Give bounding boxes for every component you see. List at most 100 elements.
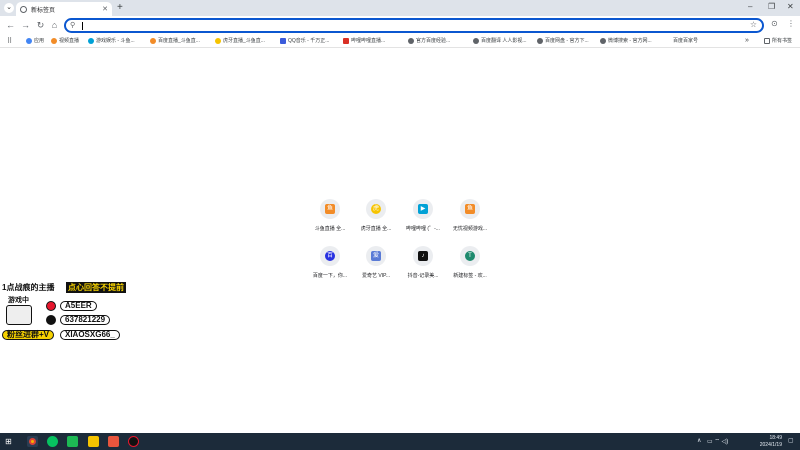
overlay-title: 1点战痕的主播 (2, 283, 55, 292)
bookmark-favicon-icon (343, 37, 349, 44)
forward-button[interactable]: → (20, 20, 31, 31)
folder-icon (764, 37, 770, 44)
weibo-handle: A5EER (60, 301, 97, 311)
shortcut-tile[interactable]: ♪ 抖音-记录美... (403, 246, 443, 279)
new-tab-button[interactable]: + (117, 2, 123, 14)
address-bar[interactable]: ⚲ ☆ (64, 18, 764, 33)
shortcut-tile[interactable]: 鱼 斗鱼直播 全... (310, 199, 350, 232)
weibo-icon (46, 301, 56, 311)
shortcut-label: 无忧视频游戏... (452, 226, 488, 232)
tab-close-icon[interactable]: ✕ (102, 5, 108, 13)
shortcut-tile[interactable]: 百 百度一下，你... (310, 246, 350, 279)
menu-kebab-icon[interactable]: ⋮ (787, 19, 795, 28)
wechat-id: XIAOSXG66_ (60, 330, 120, 340)
bookmark-favicon-icon (473, 37, 479, 44)
bookmark-item[interactable]: 百度直播_斗鱼直... (150, 37, 200, 44)
bookmark-item[interactable]: 官方百度经验... (408, 37, 450, 44)
bookmark-item[interactable]: 微博搜索 - 官方网... (600, 37, 652, 44)
qq-number: 637821229 (60, 315, 111, 325)
minimize-button[interactable]: – (748, 1, 752, 13)
shortcut-label: 爱奇艺 VIP... (362, 273, 390, 279)
teal-t-icon: T (465, 251, 475, 261)
bookmark-favicon-icon (26, 37, 32, 44)
reload-button[interactable]: ↻ (35, 20, 46, 31)
bookmark-favicon-icon (51, 37, 57, 44)
shortcut-icon-circle: ▶ (413, 199, 433, 219)
shortcut-tile[interactable]: 爱 爱奇艺 VIP... (356, 246, 396, 279)
shortcut-tile[interactable]: 鱼 无忧视频游戏... (450, 199, 490, 232)
all-bookmarks-folder[interactable]: 所有书签 (764, 37, 792, 44)
shortcut-label: 新建标签 - 欢... (453, 273, 487, 279)
douyu-icon: 鱼 (325, 204, 335, 214)
shortcut-label: 抖音-记录美... (407, 273, 439, 279)
shortcut-tile[interactable]: 虎 虎牙直播 全... (356, 199, 396, 232)
bookmark-item[interactable]: 虎牙直播_斗鱼直... (215, 37, 265, 44)
shortcut-icon-circle: 虎 (366, 199, 386, 219)
shortcut-icon-circle: 爱 (366, 246, 386, 266)
shortcut-icon-circle: 百 (320, 246, 340, 266)
bookmark-item[interactable]: 视频直播 (51, 37, 79, 44)
overlay-status: 游戏中 (8, 297, 29, 304)
windows-start-icon[interactable]: ⊞ (5, 436, 16, 447)
bookmark-favicon-icon (88, 37, 94, 44)
bookmark-item[interactable]: 应用 (26, 37, 44, 44)
bookmark-item[interactable]: 百度百家号 (673, 37, 698, 44)
search-icon: ⚲ (70, 22, 76, 29)
bookmarks-bar: ⠿ 应用 视频直播 游戏娱乐 - 斗鱼... 百度直播_斗鱼直... 虎牙直播_… (0, 35, 800, 48)
bookmark-item[interactable]: 哔哩哔哩直播... (343, 37, 385, 44)
bookmarks-overflow-button[interactable]: » (745, 37, 749, 44)
bookmark-favicon-icon (408, 37, 414, 44)
bookmark-item[interactable]: 百度翻译 人人影视... (473, 37, 527, 44)
bookmark-favicon-icon (150, 37, 156, 44)
bookmark-item[interactable]: 游戏娱乐 - 斗鱼... (88, 37, 135, 44)
restore-button[interactable]: ❐ (768, 1, 775, 13)
baidu-icon: 百 (325, 251, 335, 261)
shortcut-tile[interactable]: T 新建标签 - 欢... (450, 246, 490, 279)
tray-time[interactable]: 18:49 (752, 435, 782, 441)
shortcut-icon-circle: 鱼 (460, 199, 480, 219)
bilibili-icon: ▶ (418, 204, 428, 214)
bookmark-star-icon[interactable]: ☆ (750, 20, 757, 29)
close-window-button[interactable]: ✕ (787, 1, 794, 13)
tab-new-tab[interactable]: 新标签页 ✕ (16, 2, 112, 16)
tab-strip: ⌄ 新标签页 ✕ + – ❐ ✕ (0, 0, 800, 16)
bookmark-item[interactable]: 百度网盘 - 官方下... (537, 37, 589, 44)
home-button[interactable]: ⌂ (49, 20, 60, 31)
shortcut-icon-circle: ♪ (413, 246, 433, 266)
bookmark-favicon-icon (537, 37, 543, 44)
wechat-taskbar-icon[interactable] (47, 436, 58, 447)
streamer-avatar (6, 305, 32, 325)
chrome-taskbar-icon[interactable] (27, 436, 38, 447)
app-taskbar-icon[interactable] (128, 436, 139, 447)
tiktok-icon: ♪ (418, 251, 428, 261)
account-icon[interactable]: ⊙ (771, 19, 778, 28)
shortcut-icon-circle: 鱼 (320, 199, 340, 219)
windows-taskbar: ⊞ ∧ ▭ ⌔ ◁) 18:49 2024/1/19 ▢ (0, 433, 800, 450)
back-button[interactable]: ← (5, 20, 16, 31)
app-taskbar-icon[interactable] (88, 436, 99, 447)
browser-toolbar: ← → ↻ ⌂ ⚲ ☆ ⊙ ⋮ (0, 16, 800, 35)
app-taskbar-icon[interactable] (67, 436, 78, 447)
huya-icon: 虎 (371, 204, 381, 214)
app-taskbar-icon[interactable] (108, 436, 119, 447)
fans-group-label: 粉丝进群+V (2, 330, 55, 340)
tab-search-button[interactable]: ⌄ (4, 3, 14, 13)
new-tab-favicon-icon (20, 5, 27, 13)
bookmark-favicon-icon (215, 37, 221, 44)
tray-date[interactable]: 2024/1/19 (752, 442, 782, 448)
shortcut-label: 虎牙直播 全... (360, 226, 392, 232)
apps-grid-icon[interactable]: ⠿ (7, 37, 12, 45)
tray-icons[interactable]: ▭ ⌔ ◁) (707, 437, 728, 445)
bookmark-favicon-icon (280, 37, 286, 44)
text-caret (82, 22, 83, 30)
shortcut-label: 百度一下，你... (312, 273, 348, 279)
tab-title: 新标签页 (31, 7, 56, 14)
streamer-overlay: 1点战痕的主播 点心回答不提前 游戏中 A5EER 637821229 粉丝进群… (0, 282, 140, 344)
notification-icon[interactable]: ▢ (788, 437, 794, 444)
qq-icon (46, 315, 56, 325)
bookmark-item[interactable]: QQ音乐 - 千万正... (280, 37, 329, 44)
shortcut-icon-circle: T (460, 246, 480, 266)
tray-chevron-icon[interactable]: ∧ (697, 437, 701, 444)
douyu-icon: 鱼 (465, 204, 475, 214)
shortcut-tile[interactable]: ▶ 哔哩哔哩 (゜-... (403, 199, 443, 232)
